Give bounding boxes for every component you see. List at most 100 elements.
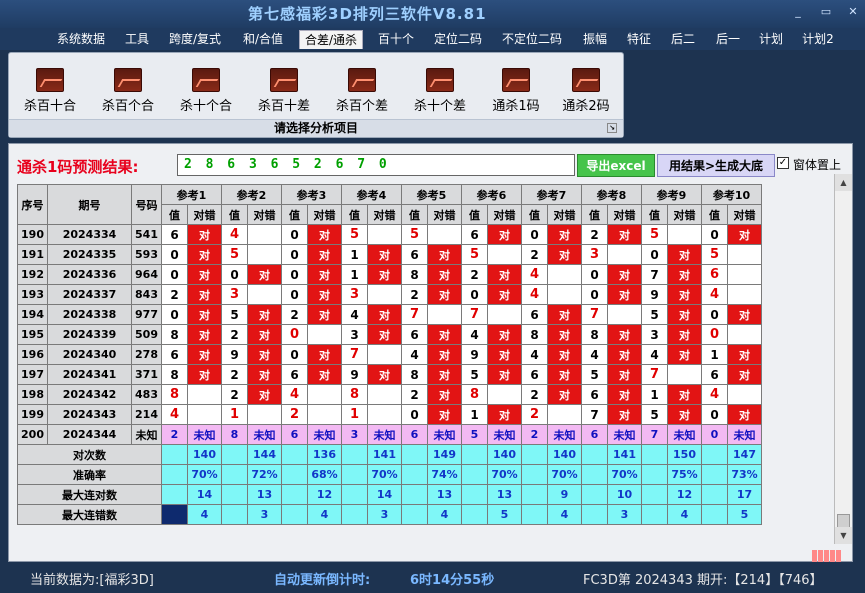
cell-value: 9 xyxy=(221,344,248,365)
cell-unknown: 未知 xyxy=(307,424,342,445)
menu-span[interactable]: 跨度/复式 xyxy=(164,30,226,49)
cell-empty xyxy=(547,404,582,425)
menu-pos-two[interactable]: 定位二码 xyxy=(428,30,488,49)
cell-prediction: 6 xyxy=(281,424,308,445)
stat-value: 9 xyxy=(547,484,582,505)
cell-empty xyxy=(367,404,402,425)
cell-correct-mark: 对 xyxy=(667,324,702,345)
cell-empty xyxy=(487,244,522,265)
table-row[interactable]: 195 2024339 509 8 对 2 对 0 3 对 6 对 4 对 8 对 8 对 3 对 0 xyxy=(17,324,762,345)
cell-value: 4 xyxy=(161,404,188,425)
chart-icon xyxy=(426,68,454,92)
result-field[interactable]: 2 8 6 3 6 5 2 6 7 0 xyxy=(177,154,575,176)
topmost-checkbox[interactable]: ✓ xyxy=(777,157,789,169)
stat-spacer xyxy=(341,484,368,505)
ribbon-btn-sha-baige-cha[interactable]: 杀百个差 xyxy=(327,65,397,115)
ribbon-btn-tongsha-2[interactable]: 通杀2码 xyxy=(551,65,621,115)
table-row[interactable]: 196 2024340 278 6 对 9 对 0 对 7 4 对 9 对 4 对 4 对 4 对 1 对 xyxy=(17,344,762,365)
cell-empty xyxy=(247,244,282,265)
ribbon-btn-sha-shige-cha[interactable]: 杀十个差 xyxy=(405,65,475,115)
menu-amplitude[interactable]: 振幅 xyxy=(576,30,614,49)
header-ref-2: 参考2 xyxy=(221,184,282,205)
ribbon-btn-sha-baishi-cha[interactable]: 杀百十差 xyxy=(249,65,319,115)
stat-spacer xyxy=(221,464,248,485)
menu-plan[interactable]: 计划 xyxy=(754,30,788,49)
minimize-button[interactable]: _ xyxy=(790,5,806,19)
chart-icon xyxy=(502,68,530,92)
menu-feature[interactable]: 特征 xyxy=(620,30,658,49)
cell-empty xyxy=(367,284,402,305)
subheader-value: 值 xyxy=(521,204,548,225)
stat-value: 73% xyxy=(727,464,762,485)
cell-value: 5 xyxy=(221,304,248,325)
stat-value: 5 xyxy=(487,504,522,525)
maximize-button[interactable]: ▭ xyxy=(818,5,834,19)
menu-system-data[interactable]: 系统数据 xyxy=(52,30,110,49)
cell-value: 0 xyxy=(281,324,308,345)
scroll-up-icon[interactable]: ▲ xyxy=(835,174,852,191)
generate-base-button[interactable]: 用结果>生成大底 xyxy=(657,154,775,177)
stat-spacer xyxy=(401,444,428,465)
cell-correct-mark: 对 xyxy=(487,404,522,425)
stat-spacer xyxy=(521,484,548,505)
table-row-pending[interactable]: 200 2024344 未知 2 未知 8 未知 6 未知 3 未知 6 未知 5 未知 2 未知 6 未知 7 未知 0… xyxy=(17,424,762,445)
stat-spacer xyxy=(221,504,248,525)
cell-value: 4 xyxy=(521,264,548,285)
stat-spacer xyxy=(401,504,428,525)
table-row[interactable]: 199 2024343 214 4 1 2 1 0 对 1 对 2 7 对 5 对 0 对 xyxy=(17,404,762,425)
cell-value: 2 xyxy=(221,364,248,385)
cell-correct-mark: 对 xyxy=(247,344,282,365)
cell-number: 509 xyxy=(131,324,162,345)
cell-value: 3 xyxy=(581,244,608,265)
vertical-scrollbar[interactable]: ▲ ▼ xyxy=(834,174,852,544)
ribbon-btn-sha-baishi-he[interactable]: 杀百十合 xyxy=(15,65,85,115)
scroll-thumb[interactable] xyxy=(837,514,850,528)
cell-value: 5 xyxy=(461,364,488,385)
table-row[interactable]: 193 2024337 843 2 对 3 0 对 3 2 对 0 对 4 0 对 9 对 4 xyxy=(17,284,762,305)
table-row[interactable]: 190 2024334 541 6 对 4 0 对 5 5 6 对 0 对 2 对 5 0 对 xyxy=(17,224,762,245)
table-row[interactable]: 197 2024341 371 8 对 2 对 6 对 9 对 8 对 5 对 6 对 5 对 7 6 对 xyxy=(17,364,762,385)
cell-correct-mark: 对 xyxy=(367,244,402,265)
cell-value: 2 xyxy=(281,404,308,425)
expand-icon[interactable]: ↘ xyxy=(607,123,617,133)
menu-last-one[interactable]: 后一 xyxy=(708,30,748,49)
menu-last-two[interactable]: 后二 xyxy=(664,30,702,49)
subheader-correct: 对错 xyxy=(727,204,762,225)
stat-value: 141 xyxy=(607,444,642,465)
cell-value: 7 xyxy=(401,304,428,325)
stat-value: 70% xyxy=(187,464,222,485)
cell-period: 2024335 xyxy=(47,244,132,265)
menu-hecha-tongsha[interactable]: 合差/通杀 xyxy=(299,30,363,49)
stat-value: 70% xyxy=(487,464,522,485)
menu-plan2[interactable]: 计划2 xyxy=(796,30,840,49)
table-row[interactable]: 198 2024342 483 8 2 对 4 8 2 对 8 2 对 6 对 1 对 4 xyxy=(17,384,762,405)
ribbon-btn-sha-shige-he[interactable]: 杀十个合 xyxy=(171,65,241,115)
cell-number: 593 xyxy=(131,244,162,265)
cell-unknown: 未知 xyxy=(247,424,282,445)
menu-tools[interactable]: 工具 xyxy=(118,30,156,49)
cell-value: 2 xyxy=(401,284,428,305)
stat-spacer xyxy=(281,444,308,465)
menu-sum[interactable]: 和/合值 xyxy=(234,30,292,49)
cell-empty xyxy=(607,304,642,325)
ribbon-btn-tongsha-1[interactable]: 通杀1码 xyxy=(481,65,551,115)
table-row[interactable]: 194 2024338 977 0 对 5 对 2 对 4 对 7 7 6 对 7 5 对 0 对 xyxy=(17,304,762,325)
current-data-label: 当前数据为:[福彩3D] xyxy=(30,573,154,588)
export-excel-button[interactable]: 导出excel xyxy=(577,154,655,177)
subheader-value: 值 xyxy=(461,204,488,225)
ribbon-btn-sha-baige-he[interactable]: 杀百个合 xyxy=(93,65,163,115)
table-row[interactable]: 192 2024336 964 0 对 0 对 0 对 1 对 8 对 2 对 4 0 对 7 对 6 xyxy=(17,264,762,285)
stat-spacer xyxy=(341,444,368,465)
cell-value: 5 xyxy=(581,364,608,385)
menu-nonpos-two[interactable]: 不定位二码 xyxy=(496,30,568,49)
stat-value: 4 xyxy=(187,504,222,525)
cell-empty xyxy=(247,224,282,245)
menu-baishige[interactable]: 百十个 xyxy=(371,30,421,49)
cell-correct-mark: 对 xyxy=(727,344,762,365)
menu-bar: 系统数据 工具 跨度/复式 和/合值 合差/通杀 百十个 定位二码 不定位二码 … xyxy=(0,28,865,50)
scroll-down-icon[interactable]: ▼ xyxy=(835,527,852,544)
stat-spacer xyxy=(461,464,488,485)
cell-value: 2 xyxy=(401,384,428,405)
table-row[interactable]: 191 2024335 593 0 对 5 0 对 1 对 6 对 5 2 对 3 0 对 5 xyxy=(17,244,762,265)
close-button[interactable]: ✕ xyxy=(845,5,861,19)
